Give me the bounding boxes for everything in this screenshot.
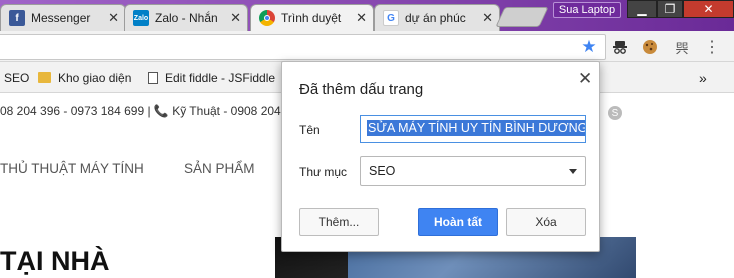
profile-button[interactable]: Sua Laptop bbox=[553, 2, 621, 18]
page-icon bbox=[148, 71, 158, 84]
nav-tips[interactable]: THỦ THUẬT MÁY TÍNH bbox=[0, 161, 144, 176]
google-icon: G bbox=[383, 10, 399, 26]
menu-dots-icon[interactable]: ⋮ bbox=[702, 37, 722, 57]
name-label: Tên bbox=[299, 123, 320, 137]
close-tab-icon[interactable]: ✕ bbox=[482, 10, 493, 26]
incognito-icon[interactable] bbox=[610, 37, 630, 57]
chevron-down-icon bbox=[569, 168, 577, 174]
more-button[interactable]: Thêm... bbox=[299, 208, 379, 236]
contact-info: 08 204 396 - 0973 184 699 | 📞 Kỹ Thuật -… bbox=[0, 104, 281, 118]
close-icon[interactable]: ✕ bbox=[578, 69, 592, 89]
folder-select[interactable]: SEO bbox=[360, 156, 586, 186]
toolbar: ★ 巺 ⋮ bbox=[0, 31, 734, 62]
zalo-icon: Zalo bbox=[133, 10, 149, 26]
bookmark-added-dialog: Đã thêm dấu trang ✕ Tên SỬA MÁY TÍNH UY … bbox=[281, 61, 600, 252]
translate-extension-icon[interactable]: 巺 bbox=[672, 37, 692, 57]
close-tab-icon[interactable]: ✕ bbox=[356, 10, 367, 26]
tab-messenger[interactable]: f Messenger ✕ bbox=[0, 4, 126, 31]
tab-chrome[interactable]: Trình duyệt ✕ bbox=[250, 4, 374, 31]
bookmark-jsfiddle[interactable]: Edit fiddle - JSFiddle bbox=[148, 62, 275, 93]
restore-icon[interactable]: ❐ bbox=[657, 0, 683, 18]
nav-products[interactable]: SẢN PHẨM bbox=[184, 161, 255, 176]
chrome-icon bbox=[259, 10, 275, 26]
bookmark-star-icon[interactable]: ★ bbox=[579, 37, 599, 57]
done-button[interactable]: Hoàn tất bbox=[418, 208, 498, 236]
tab-zalo[interactable]: Zalo Zalo - Nhắn ✕ bbox=[124, 4, 248, 31]
tab-strip: f Messenger ✕ Zalo Zalo - Nhắn ✕ Trình d… bbox=[0, 0, 734, 31]
bookmark-kho-giao-dien[interactable]: Kho giao diện bbox=[38, 62, 131, 93]
tab-title: dự án phúc bbox=[405, 11, 466, 25]
minimize-icon[interactable]: ▁ bbox=[627, 0, 657, 18]
remove-button[interactable]: Xóa bbox=[506, 208, 586, 236]
close-tab-icon[interactable]: ✕ bbox=[108, 10, 119, 26]
close-window-icon[interactable]: ✕ bbox=[683, 0, 734, 18]
bookmarks-overflow-button[interactable]: » bbox=[699, 62, 707, 93]
bookmark-label: Kho giao diện bbox=[58, 70, 132, 85]
tab-title: Messenger bbox=[31, 11, 91, 25]
cookie-extension-icon[interactable] bbox=[640, 37, 660, 57]
bookmark-seo[interactable]: SEO bbox=[4, 62, 29, 93]
bookmark-label: Edit fiddle - JSFiddle bbox=[165, 70, 276, 85]
new-tab-button[interactable] bbox=[495, 7, 549, 27]
folder-select-value: SEO bbox=[369, 164, 396, 178]
tab-title: Zalo - Nhắn bbox=[155, 11, 218, 25]
close-tab-icon[interactable]: ✕ bbox=[230, 10, 241, 26]
folder-icon bbox=[38, 72, 51, 83]
tab-google[interactable]: G dự án phúc ✕ bbox=[374, 4, 500, 31]
bookmark-name-input[interactable]: SỬA MÁY TÍNH UY TÍN BÌNH DƯƠNG - bbox=[360, 115, 586, 143]
address-bar[interactable] bbox=[0, 34, 606, 60]
hero-heading: TẠI NHÀ bbox=[0, 246, 110, 276]
folder-label: Thư mục bbox=[299, 165, 348, 179]
dialog-title: Đã thêm dấu trang bbox=[299, 81, 424, 98]
skype-icon[interactable]: S bbox=[608, 106, 622, 120]
facebook-icon: f bbox=[9, 10, 25, 26]
bookmark-label: SEO bbox=[4, 70, 30, 85]
bookmark-name-value: SỬA MÁY TÍNH UY TÍN BÌNH DƯƠNG - bbox=[367, 120, 585, 136]
tab-title: Trình duyệt bbox=[281, 11, 342, 25]
